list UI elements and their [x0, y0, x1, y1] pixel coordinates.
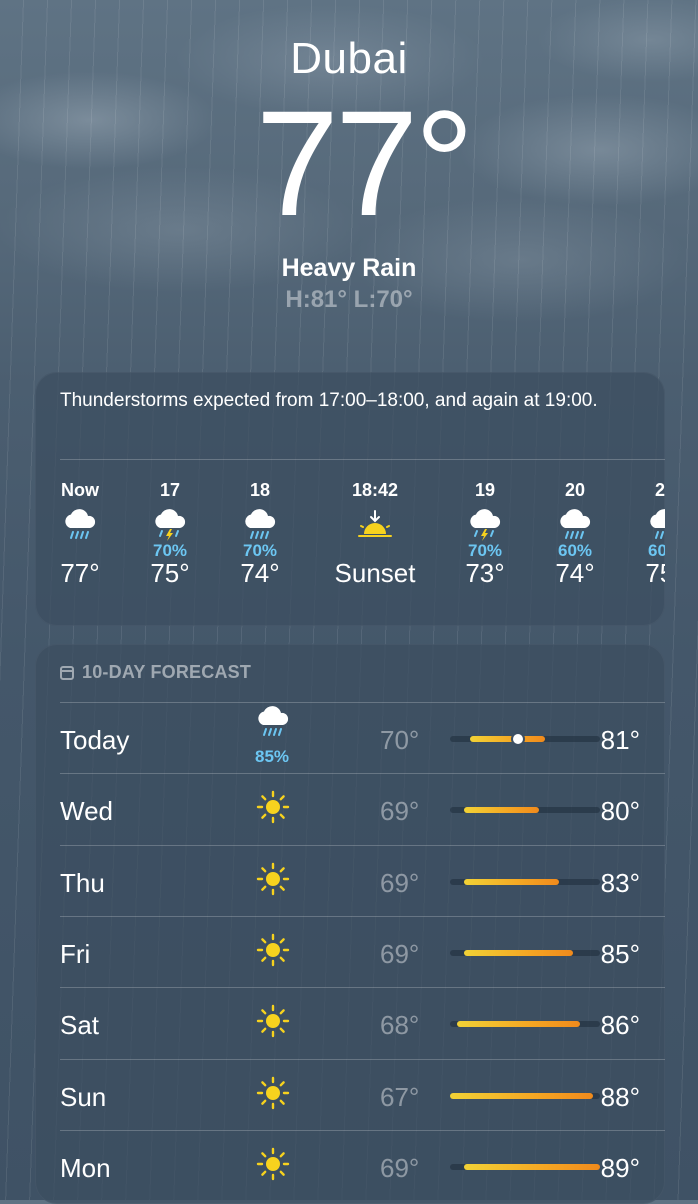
sun-icon	[248, 790, 298, 840]
temperature-range-bar	[463, 1163, 600, 1170]
sunset-icon	[330, 508, 420, 550]
weather-alert-summary: Thunderstorms expected from 17:00–18:00,…	[60, 390, 598, 411]
hourly-forecast-card[interactable]: Thunderstorms expected from 17:00–18:00,…	[35, 372, 665, 626]
day-label: Fri	[60, 938, 91, 969]
temperature-range-track	[450, 1021, 600, 1028]
sun-icon	[248, 1076, 298, 1126]
high-temperature: 80°	[600, 796, 640, 827]
high-temperature: 83°	[600, 867, 640, 898]
hourly-temperature: Sunset	[334, 558, 416, 588]
hourly-item: 18:42 Sunset	[330, 480, 420, 589]
high-temperature: 85°	[600, 938, 640, 969]
sun-icon	[248, 862, 298, 912]
low-temperature: 67°	[380, 1081, 420, 1112]
hourly-item: 21 60% 75°	[620, 480, 665, 589]
precipitation-chance: 70%	[467, 541, 503, 560]
hourly-item: Now 77°	[35, 480, 125, 589]
hourly-temperature: 73°	[465, 558, 505, 588]
low-temperature: 70°	[380, 725, 420, 755]
heavy-rain-icon: 60%	[620, 508, 665, 560]
thunderstorm-icon: 70%	[125, 508, 215, 560]
hourly-time: 20	[564, 480, 586, 500]
precipitation-chance: 70%	[152, 541, 188, 560]
day-label: Sat	[60, 1010, 100, 1041]
current-condition: Heavy Rain	[281, 254, 417, 282]
temperature-range-track	[450, 949, 600, 956]
temperature-range-track	[450, 1092, 600, 1099]
precipitation-chance: 70%	[242, 541, 278, 560]
ten-day-forecast-card[interactable]: 10-DAY FORECAST Today 85% 70° 81° Wed 69…	[35, 644, 665, 1204]
sun-icon	[248, 933, 298, 983]
daily-forecast-row[interactable]: Today 85% 70° 81°	[60, 702, 665, 774]
heavy-rain-icon	[35, 508, 125, 550]
temperature-range-bar	[463, 807, 539, 814]
low-temperature: 69°	[380, 796, 420, 827]
heavy-rain-icon: 70%	[215, 508, 305, 560]
temperature-range-track	[450, 734, 600, 744]
day-label: Mon	[60, 1152, 111, 1183]
hourly-time: 17	[159, 480, 181, 500]
daily-forecast-row[interactable]: Thu 69° 83°	[60, 844, 665, 917]
daily-forecast-row[interactable]: Sun 67° 88°	[60, 1058, 665, 1131]
hourly-temperature: 77°	[60, 558, 100, 588]
thunderstorm-icon: 70%	[440, 508, 530, 560]
low-temperature: 69°	[380, 867, 420, 898]
precipitation-chance: 60%	[557, 541, 593, 560]
low-temperature: 69°	[380, 938, 420, 969]
high-temperature: 81°	[600, 725, 640, 755]
day-label: Wed	[60, 796, 113, 827]
temperature-range-bar	[463, 949, 573, 956]
hourly-time: 19	[474, 480, 496, 500]
hourly-time: 18:42	[351, 480, 399, 500]
daily-forecast-row[interactable]: Mon 69° 89°	[60, 1129, 665, 1202]
sun-icon	[248, 1004, 298, 1054]
heavy-rain-icon: 60%	[530, 508, 620, 560]
city-name: Dubai	[290, 34, 408, 83]
temperature-range-bar	[450, 1092, 594, 1099]
low-temperature: 69°	[380, 1152, 420, 1183]
low-temperature: 68°	[380, 1010, 420, 1041]
hourly-temperature: 75°	[150, 558, 190, 588]
hourly-time: 21	[654, 480, 665, 500]
hourly-item: 18 70% 74°	[215, 480, 305, 589]
divider	[60, 459, 665, 460]
hourly-temperature: 74°	[555, 558, 595, 588]
hourly-time: Now	[61, 480, 99, 500]
temperature-range-bar	[463, 878, 560, 885]
high-temperature: 89°	[600, 1152, 640, 1183]
sun-icon	[248, 1147, 298, 1197]
day-label: Sun	[60, 1081, 107, 1112]
hourly-time: 18	[249, 480, 271, 500]
forecast-heading: 10-DAY FORECAST	[60, 662, 251, 683]
hourly-item: 19 70% 73°	[440, 480, 530, 589]
hourly-item: 20 60% 74°	[530, 480, 620, 589]
hourly-item: 17 70% 75°	[125, 480, 215, 589]
day-label: Thu	[60, 867, 105, 898]
temperature-range-bar	[456, 1021, 580, 1028]
day-label: Today	[60, 725, 130, 755]
high-temperature: 88°	[600, 1081, 640, 1112]
temperature-range-track	[450, 878, 600, 885]
temperature-range-track	[450, 1163, 600, 1170]
precipitation-chance: 60%	[647, 541, 665, 560]
hourly-temperature: 74°	[240, 558, 280, 588]
calendar-icon	[60, 665, 74, 680]
precipitation-chance: 85%	[254, 747, 290, 766]
current-temp-marker	[513, 734, 524, 744]
high-temperature: 86°	[600, 1010, 640, 1041]
hourly-temperature: 75°	[645, 558, 665, 588]
temperature-range-track	[450, 807, 600, 814]
daily-forecast-row[interactable]: Sat 68° 86°	[60, 987, 665, 1059]
daily-forecast-row[interactable]: Wed 69° 80°	[60, 773, 665, 845]
daily-forecast-row[interactable]: Fri 69° 85°	[60, 915, 665, 988]
forecast-heading-label: 10-DAY FORECAST	[82, 662, 252, 682]
current-temperature: 77°	[255, 79, 475, 247]
high-low-temperature: H:81° L:70°	[285, 286, 413, 313]
temperature-range-bar	[470, 736, 546, 742]
